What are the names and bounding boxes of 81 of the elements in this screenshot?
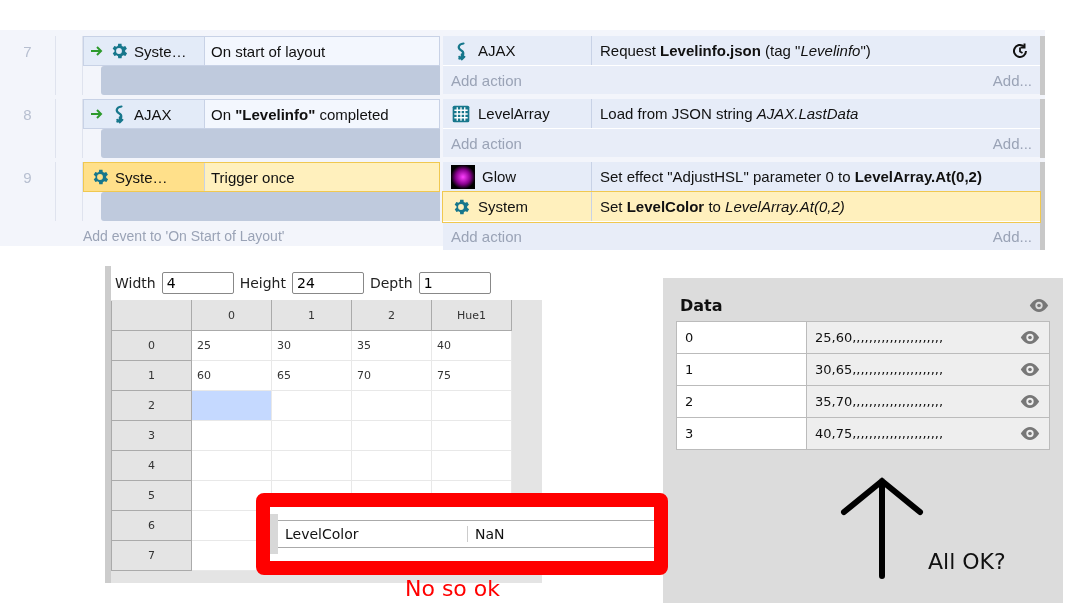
eye-icon[interactable] [1019,426,1041,441]
table-cell[interactable] [191,420,272,451]
cell-value: 25,60,,,,,,,,,,,,,,,,,,,,,, [815,330,944,345]
action-row[interactable]: System Set LevelColor to LevelArray.At(0,2) [443,192,1040,222]
action-row[interactable]: Glow Set effect "AdjustHSL" parameter 0 to LevelArray.At(0,2) [443,162,1040,192]
table-cell[interactable] [431,420,512,451]
dimension-label: Height [239,275,286,291]
watch-name: LevelColor [278,526,468,542]
table-cell[interactable]: 25 [191,330,272,361]
dimension-field[interactable]: 4 [161,272,234,294]
condition-text: On start of layout [211,42,326,60]
action-row[interactable]: LevelArray Load from JSON string AJAX.LastData [443,99,1040,129]
table-cell[interactable]: 30 [271,330,352,361]
row-header: 2 [111,390,192,421]
object-name: AJAX [478,42,516,59]
column-header: 0 [191,300,272,331]
cell-value: 30,65,,,,,,,,,,,,,,,,,,,,,, [815,362,944,377]
event-number: 8 [22,105,33,125]
table-cell[interactable]: 65 [271,360,352,391]
condition-row[interactable]: Syste… Trigger once [83,162,440,192]
row-header: 1 [111,360,192,391]
table-cell[interactable] [271,390,352,421]
trigger-arrow-icon [90,109,104,119]
event-number: 7 [22,42,33,62]
table-cell[interactable]: 75 [431,360,512,391]
action-text: Request Levelinfo.json (tag "Levelinfo") [599,42,872,59]
action-text: Set LevelColor to LevelArray.At(0,2) [599,198,846,215]
column-header: Hue1 [431,300,512,331]
table-cell[interactable] [191,450,272,481]
row-header: 3 [111,420,192,451]
condition-text: On "Levelinfo" completed [211,105,389,123]
table-cell[interactable] [191,390,272,421]
object-name: System [478,198,528,215]
object-name: Syste… [115,168,168,186]
table-cell: 3 [676,417,807,450]
table-cell[interactable]: 70 [351,360,432,391]
cell-value: 40,75,,,,,,,,,,,,,,,,,,,,,, [815,426,944,441]
object-name: Syste… [134,42,187,60]
condition-text: Trigger once [211,168,295,186]
table-cell: 2 [676,385,807,418]
dimension-field[interactable]: 1 [418,272,491,294]
condition-row[interactable]: Syste… On start of layout [83,36,440,66]
table-cell[interactable]: 40 [431,330,512,361]
action-text: Set effect "AdjustHSL" parameter 0 to LevelArray.At(0,2) [599,168,983,185]
eye-icon[interactable] [1028,298,1050,313]
column-header: 1 [271,300,352,331]
dimension-label: Depth [369,275,413,291]
note-text: All OK? [928,549,1006,574]
event-number: 9 [22,168,33,188]
table-cell[interactable] [431,390,512,421]
row-header: 0 [111,330,192,361]
object-name: Glow [482,168,517,185]
eye-icon[interactable] [1019,362,1041,377]
table-cell[interactable] [431,450,512,481]
trigger-arrow-icon [90,46,104,56]
condition-row[interactable]: AJAX On "Levelinfo" completed [83,99,440,129]
object-name: LevelArray [478,105,550,122]
section-title: Data [680,296,723,315]
table-cell[interactable]: 60 [191,360,272,391]
table-cell[interactable] [271,420,352,451]
cell-value: 35,70,,,,,,,,,,,,,,,,,,,,,, [815,394,944,409]
grid-icon [451,103,471,124]
eye-icon[interactable] [1019,330,1041,345]
table-cell[interactable]: 35 [351,330,432,361]
table-cell: 0 [676,321,807,354]
row-header: 5 [111,480,192,511]
table-cell: 1 [676,353,807,386]
row-header: 6 [111,510,192,541]
object-name: AJAX [134,105,172,123]
row-header: 7 [111,540,192,571]
caption-text: No so ok [405,576,501,601]
action-row[interactable]: AJAX Request Levelinfo.json (tag "Levelinfo") [443,36,1040,66]
dimension-field[interactable]: 24 [291,272,364,294]
glow-icon [451,164,475,189]
watch-value: NaN [474,526,505,542]
eye-icon[interactable] [1019,394,1041,409]
row-header: 4 [111,450,192,481]
action-text: Load from JSON string AJAX.LastData [599,105,860,122]
column-header: 2 [351,300,432,331]
dimension-label: Width [115,275,156,291]
drag-handle [270,514,278,554]
